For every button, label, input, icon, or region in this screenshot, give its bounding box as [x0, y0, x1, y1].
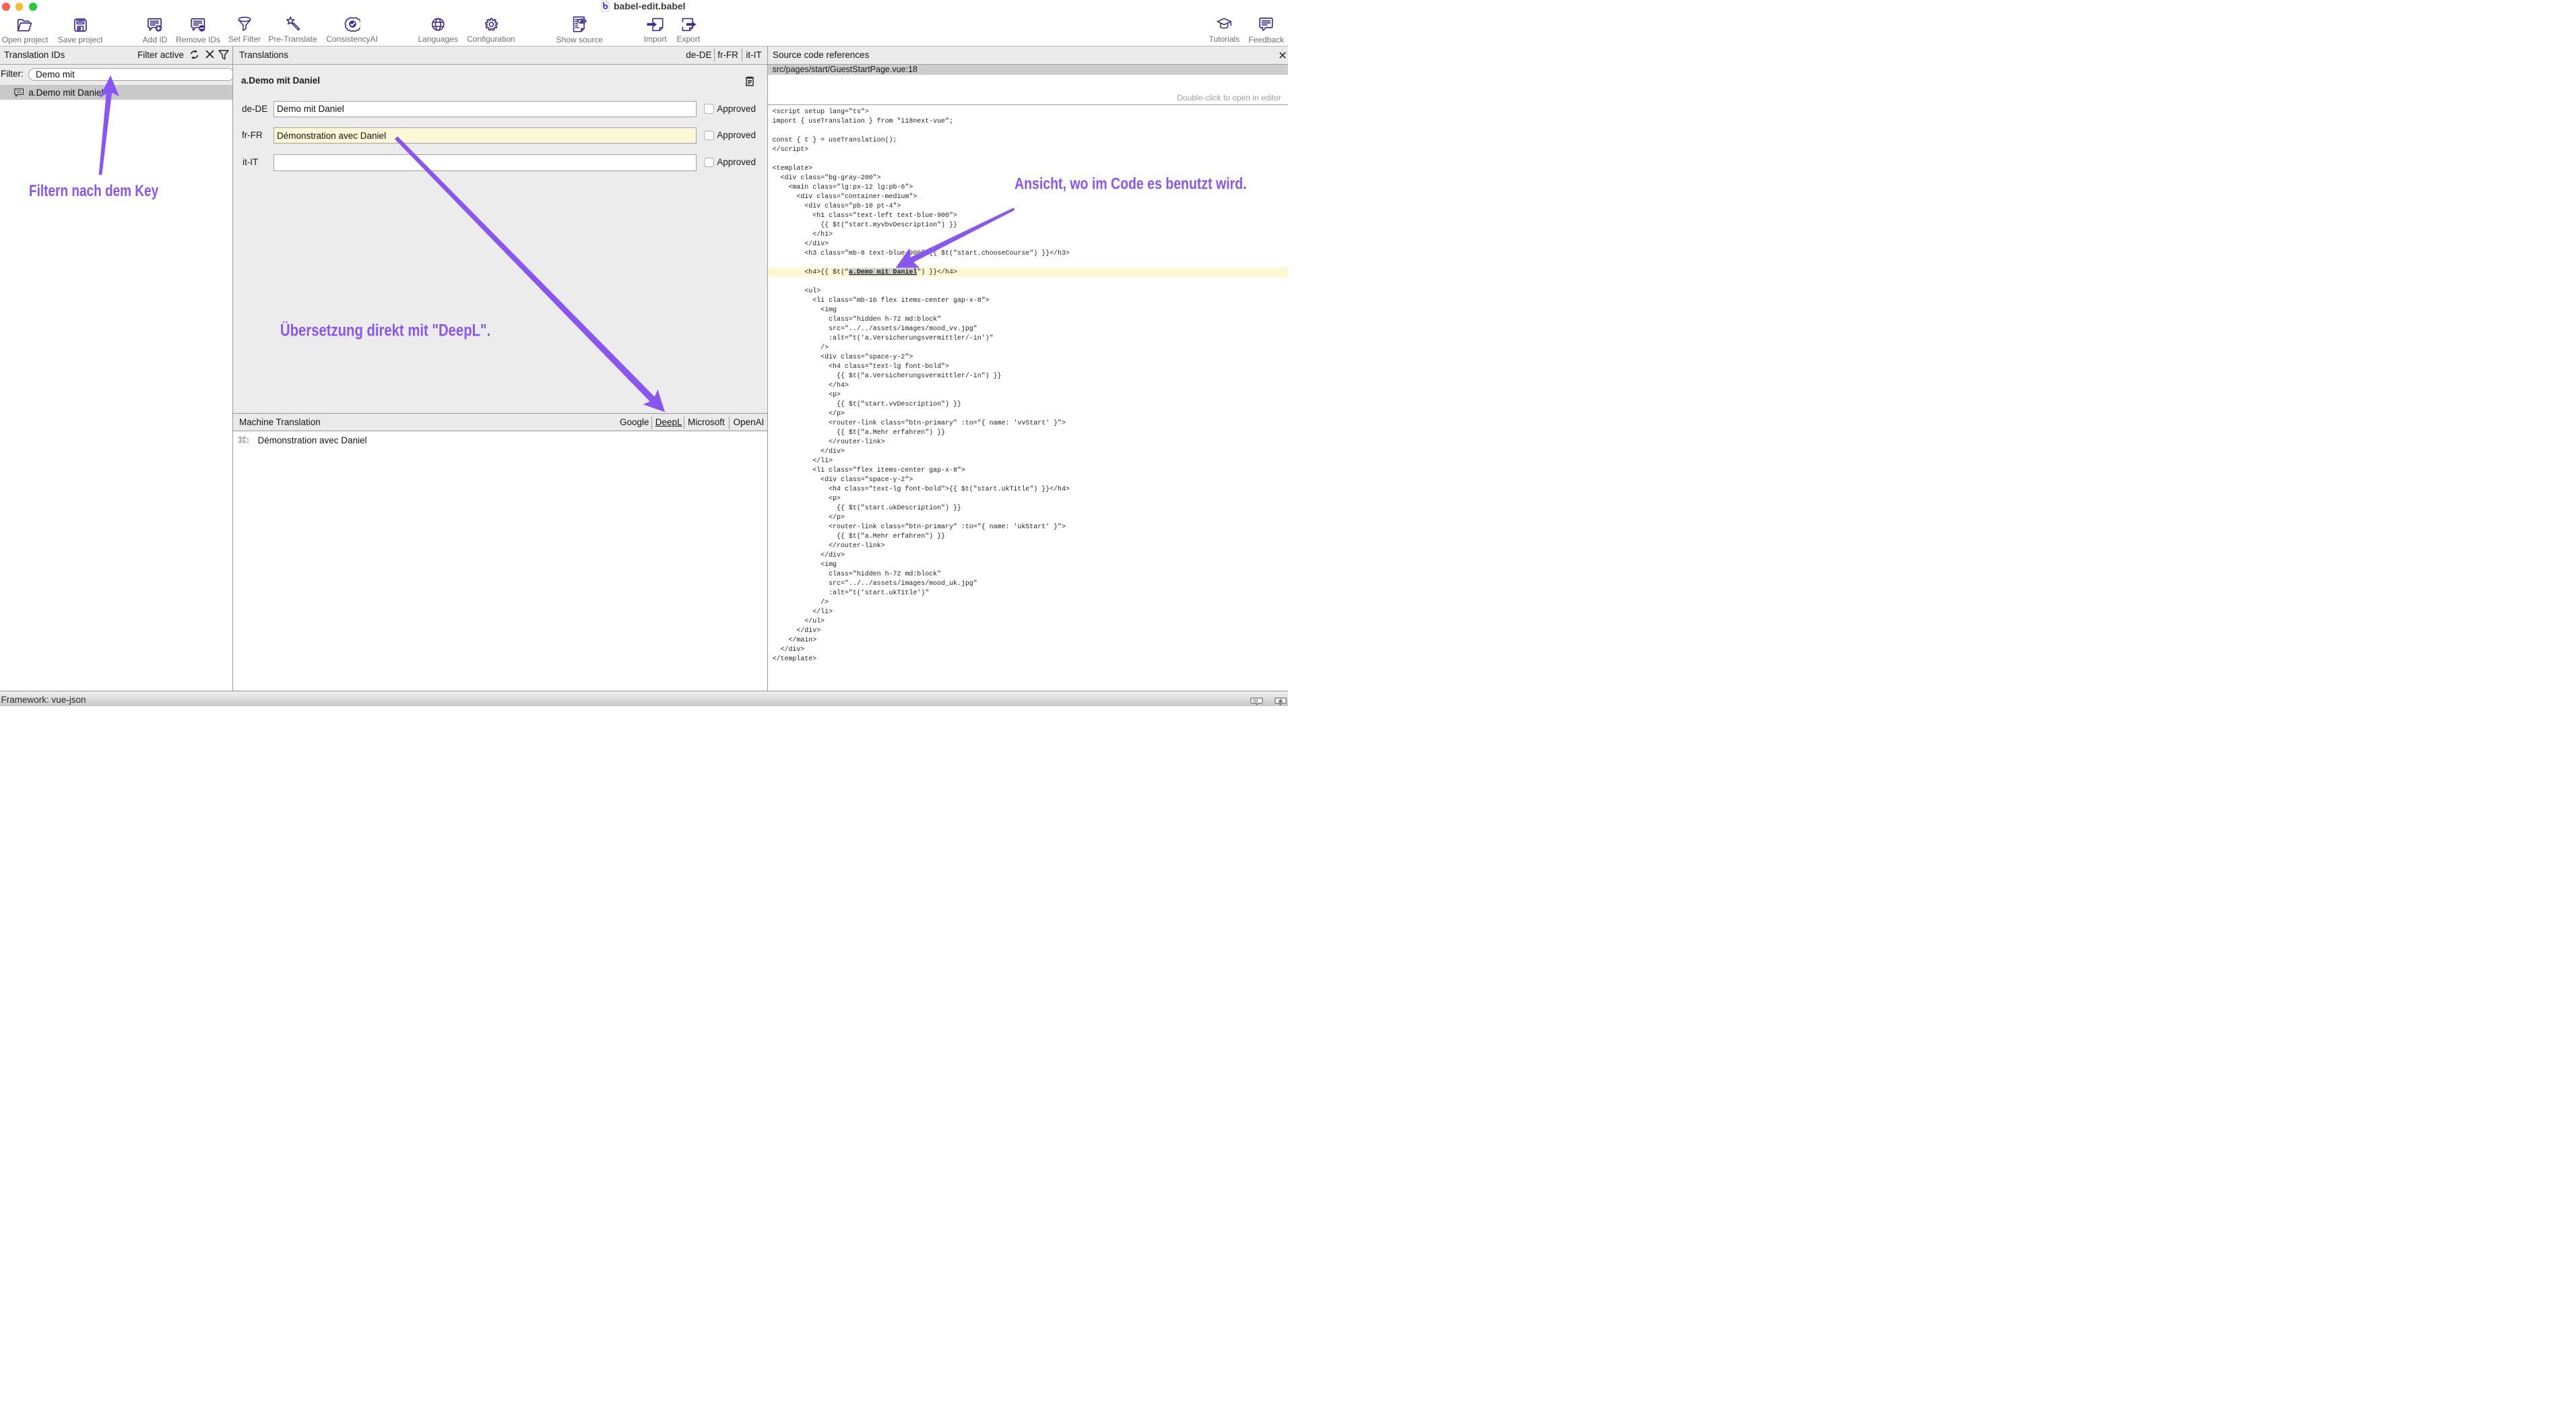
svg-text:1: 1 — [246, 437, 249, 444]
